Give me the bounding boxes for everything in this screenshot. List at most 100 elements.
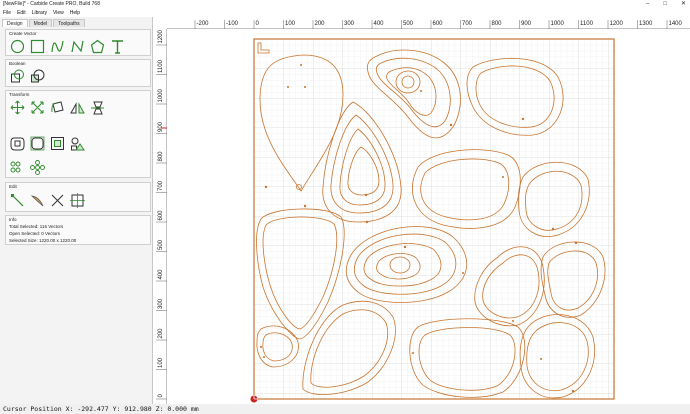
title-bar: [NewFile]* - Carbide Create PRO, Build 7… — [0, 0, 690, 9]
ruler-label: 900 — [158, 121, 164, 132]
transform-title: Transform — [9, 92, 30, 97]
maximize-button[interactable]: □ — [663, 0, 667, 9]
tab-design[interactable]: Design — [2, 19, 28, 27]
ruler-label: 1000 — [158, 88, 164, 102]
offset-tool[interactable] — [9, 135, 25, 151]
flip-tool[interactable] — [89, 99, 105, 115]
circle-tool[interactable] — [9, 38, 25, 54]
ruler-label: 300 — [158, 298, 164, 309]
ruler-label: 900 — [521, 21, 532, 27]
stock-area — [253, 38, 615, 400]
subtract-tool[interactable] — [29, 68, 45, 84]
menu-help[interactable]: Help — [67, 9, 83, 17]
inset-icon — [50, 136, 64, 150]
edit-panel: Edit — [5, 182, 151, 212]
boolean-panel: Boolean — [5, 59, 151, 87]
dot-array-icon — [10, 161, 20, 172]
offset-icon — [10, 137, 24, 150]
info-title: Info — [9, 217, 17, 222]
ruler-label: 400 — [374, 21, 385, 27]
design-canvas[interactable]: -200 -100 0 100 200 300 400 500 600 700 800 900 1000… — [153, 17, 690, 404]
fillet-icon — [30, 136, 44, 150]
circle-icon — [10, 39, 24, 53]
rectangle-icon — [30, 39, 44, 53]
menu-bar: File Edit Library View Help — [0, 9, 690, 17]
rotate-icon — [50, 100, 64, 113]
create-vector-title: Create Vector — [9, 31, 37, 36]
scale-icon — [31, 101, 43, 113]
circular-array-icon — [29, 159, 45, 175]
sidebar-tabs: Design Model Toolpaths — [2, 19, 86, 27]
union-icon — [10, 69, 24, 82]
sidebar: Design Model Toolpaths Create Vector Boo… — [0, 17, 153, 404]
transform-panel: Transform — [5, 90, 151, 178]
ruler-label: 400 — [158, 269, 164, 280]
array-tool[interactable] — [9, 159, 25, 175]
join-tool[interactable] — [69, 192, 85, 208]
window-title: [NewFile]* - Carbide Create PRO, Build 7… — [3, 1, 100, 7]
menu-library[interactable]: Library — [29, 9, 50, 17]
ruler-label: 100 — [158, 357, 164, 368]
curve-tool[interactable] — [49, 38, 65, 54]
cursor-position: Cursor Position X: -292.477 Y: 912.980 Z… — [3, 405, 199, 413]
menu-file[interactable]: File — [0, 9, 14, 17]
union-tool[interactable] — [9, 68, 25, 84]
ruler-label: 200 — [315, 21, 326, 27]
ruler-label: 100 — [285, 21, 296, 27]
knife-tool[interactable] — [29, 192, 45, 208]
rectangle-tool[interactable] — [29, 38, 45, 54]
move-arrows-icon — [10, 100, 24, 114]
open-selected: Open Selected: 0 Vectors — [9, 231, 61, 236]
tab-toolpaths[interactable]: Toolpaths — [53, 19, 85, 27]
edit-title: Edit — [9, 184, 17, 189]
align-tool[interactable] — [69, 135, 85, 151]
total-selected: Total Selected: 116 Vectors — [9, 224, 64, 229]
flip-icon — [90, 101, 104, 114]
ruler-label: 300 — [344, 21, 355, 27]
mirror-icon — [69, 101, 85, 113]
align-icon — [70, 137, 85, 150]
minimize-button[interactable]: – — [646, 0, 649, 9]
trim-tool[interactable] — [49, 192, 65, 208]
node-edit-tool[interactable] — [9, 192, 25, 208]
trim-icon — [51, 194, 63, 206]
ruler-label: 1100 — [580, 21, 594, 27]
menu-edit[interactable]: Edit — [14, 9, 29, 17]
canvas-svg[interactable]: -200 -100 0 100 200 300 400 500 600 700 800 900 1000… — [153, 17, 690, 404]
move-tool[interactable] — [9, 99, 25, 115]
ruler-label: 500 — [403, 21, 414, 27]
menu-view[interactable]: View — [50, 9, 67, 17]
ruler-label: 800 — [158, 151, 164, 162]
ruler-label: 1100 — [158, 59, 164, 73]
polyline-tool[interactable] — [69, 38, 85, 54]
scale-tool[interactable] — [29, 99, 45, 115]
subtract-icon — [30, 69, 44, 82]
ruler-label: 800 — [492, 21, 503, 27]
ruler-label: -200 — [197, 21, 210, 27]
text-icon — [111, 39, 123, 54]
polygon-tool[interactable] — [89, 38, 105, 54]
ruler-label: 500 — [158, 239, 164, 250]
ruler-label: 600 — [433, 21, 444, 27]
ruler-label: 700 — [158, 180, 164, 191]
ruler-label: -100 — [226, 21, 239, 27]
ruler-label: 700 — [462, 21, 473, 27]
ruler-label: 1300 — [639, 21, 653, 27]
ruler-label: 1000 — [551, 21, 565, 27]
inset-tool[interactable] — [49, 135, 65, 151]
ruler-label: 1200 — [610, 21, 624, 27]
status-bar: Cursor Position X: -292.477 Y: 912.980 Z… — [0, 404, 690, 414]
ruler-label: 600 — [158, 210, 164, 221]
ruler-label: 1400 — [669, 21, 683, 27]
curve-icon — [50, 40, 64, 52]
tab-model[interactable]: Model — [28, 19, 53, 27]
close-button[interactable]: ✕ — [681, 0, 686, 9]
circular-array-tool[interactable] — [29, 159, 45, 175]
mirror-tool[interactable] — [69, 99, 85, 115]
rotate-tool[interactable] — [49, 99, 65, 115]
fillet-tool[interactable] — [29, 135, 45, 151]
pentagon-icon — [90, 39, 104, 53]
ruler-label: 200 — [158, 328, 164, 339]
boolean-title: Boolean — [9, 61, 26, 66]
text-tool[interactable] — [109, 38, 125, 54]
